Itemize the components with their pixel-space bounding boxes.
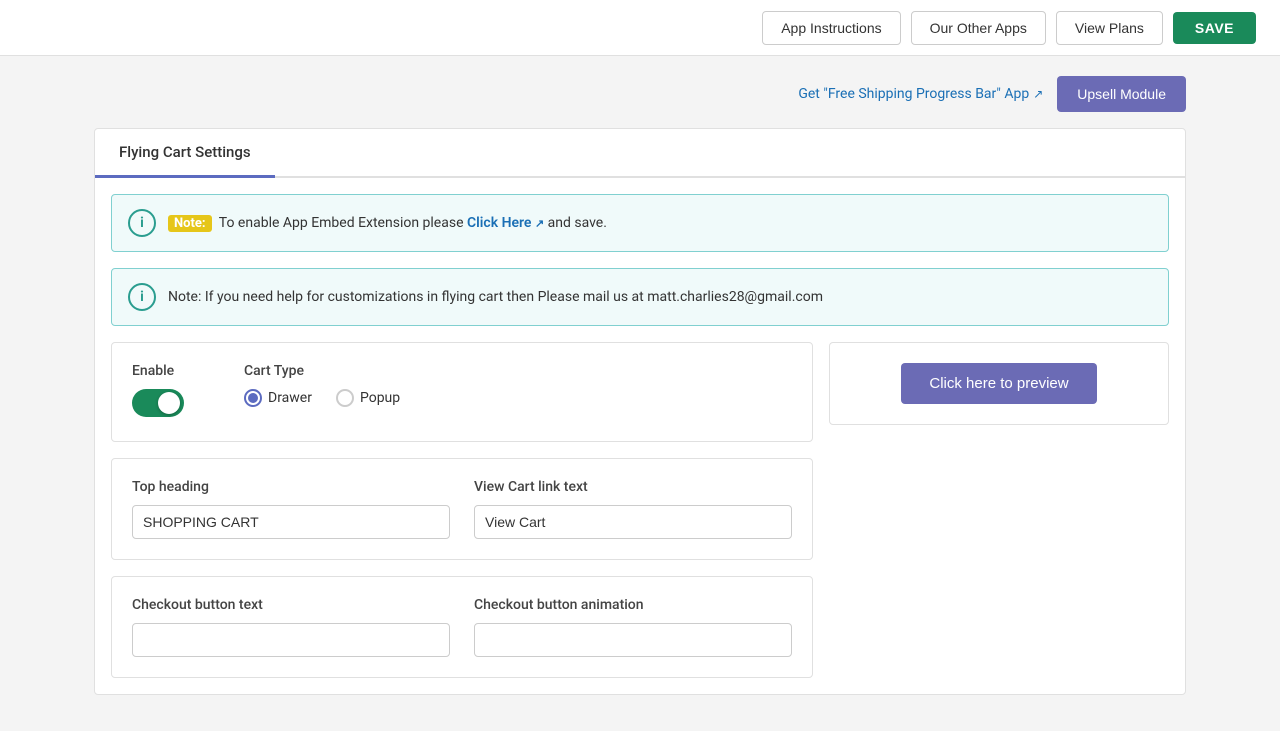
external-link-icon: ↗: [1033, 87, 1043, 101]
top-heading-group: Top heading: [132, 479, 450, 539]
popup-radio[interactable]: Popup: [336, 389, 400, 407]
right-panel: Click here to preview: [829, 342, 1169, 678]
view-cart-label: View Cart link text: [474, 479, 792, 495]
text-fields-row: Top heading View Cart link text: [132, 479, 792, 539]
main-content: Get "Free Shipping Progress Bar" App ↗ U…: [70, 56, 1210, 731]
checkout-card: Checkout button text Checkout button ani…: [111, 576, 813, 678]
enable-field: Enable: [132, 363, 184, 421]
settings-body: i Note: To enable App Embed Extension pl…: [95, 194, 1185, 694]
view-cart-group: View Cart link text: [474, 479, 792, 539]
top-heading-input[interactable]: [132, 505, 450, 539]
content-area: Enable Cart Type: [95, 342, 1185, 694]
tab-bar: Flying Cart Settings: [95, 129, 1185, 178]
preview-card: Click here to preview: [829, 342, 1169, 425]
cart-type-options: Drawer Popup: [244, 389, 400, 407]
drawer-radio-circle: [244, 389, 262, 407]
checkout-animation-input[interactable]: [474, 623, 792, 657]
note-badge: Note:: [168, 215, 212, 232]
info-icon: i: [128, 209, 156, 237]
text-fields-card: Top heading View Cart link text: [111, 458, 813, 560]
save-button[interactable]: SAVE: [1173, 12, 1256, 44]
drawer-radio-dot: [248, 393, 258, 403]
checkout-text-group: Checkout button text: [132, 597, 450, 657]
checkout-animation-label: Checkout button animation: [474, 597, 792, 613]
popup-radio-circle: [336, 389, 354, 407]
click-here-to-preview-button[interactable]: Click here to preview: [901, 363, 1096, 404]
top-row: Get "Free Shipping Progress Bar" App ↗ U…: [94, 76, 1186, 112]
cart-type-label: Cart Type: [244, 363, 400, 379]
checkout-row: Checkout button text Checkout button ani…: [132, 597, 792, 657]
toggle-knob: [158, 392, 180, 414]
enable-toggle[interactable]: [132, 389, 184, 417]
header: App Instructions Our Other Apps View Pla…: [0, 0, 1280, 56]
enable-cart-type-card: Enable Cart Type: [111, 342, 813, 442]
upsell-module-button[interactable]: Upsell Module: [1057, 76, 1186, 112]
notice-embed-extension: i Note: To enable App Embed Extension pl…: [111, 194, 1169, 252]
drawer-radio[interactable]: Drawer: [244, 389, 312, 407]
top-heading-label: Top heading: [132, 479, 450, 495]
free-shipping-link[interactable]: Get "Free Shipping Progress Bar" App ↗: [798, 86, 1043, 102]
external-link-icon-2: ↗: [535, 217, 544, 230]
app-instructions-button[interactable]: App Instructions: [762, 11, 900, 45]
click-here-link[interactable]: Click Here ↗: [467, 215, 548, 231]
left-panel: Enable Cart Type: [111, 342, 813, 678]
checkout-text-input[interactable]: [132, 623, 450, 657]
cart-type-field: Cart Type Drawer: [244, 363, 400, 407]
checkout-animation-group: Checkout button animation: [474, 597, 792, 657]
view-plans-button[interactable]: View Plans: [1056, 11, 1163, 45]
notice-customization: i Note: If you need help for customizati…: [111, 268, 1169, 326]
enable-row: Enable Cart Type: [132, 363, 792, 421]
tab-container: Flying Cart Settings i Note: To enable A…: [94, 128, 1186, 695]
view-cart-input[interactable]: [474, 505, 792, 539]
flying-cart-settings-tab[interactable]: Flying Cart Settings: [95, 129, 275, 178]
info-icon-2: i: [128, 283, 156, 311]
enable-label: Enable: [132, 363, 184, 379]
other-apps-button[interactable]: Our Other Apps: [911, 11, 1046, 45]
checkout-text-label: Checkout button text: [132, 597, 450, 613]
